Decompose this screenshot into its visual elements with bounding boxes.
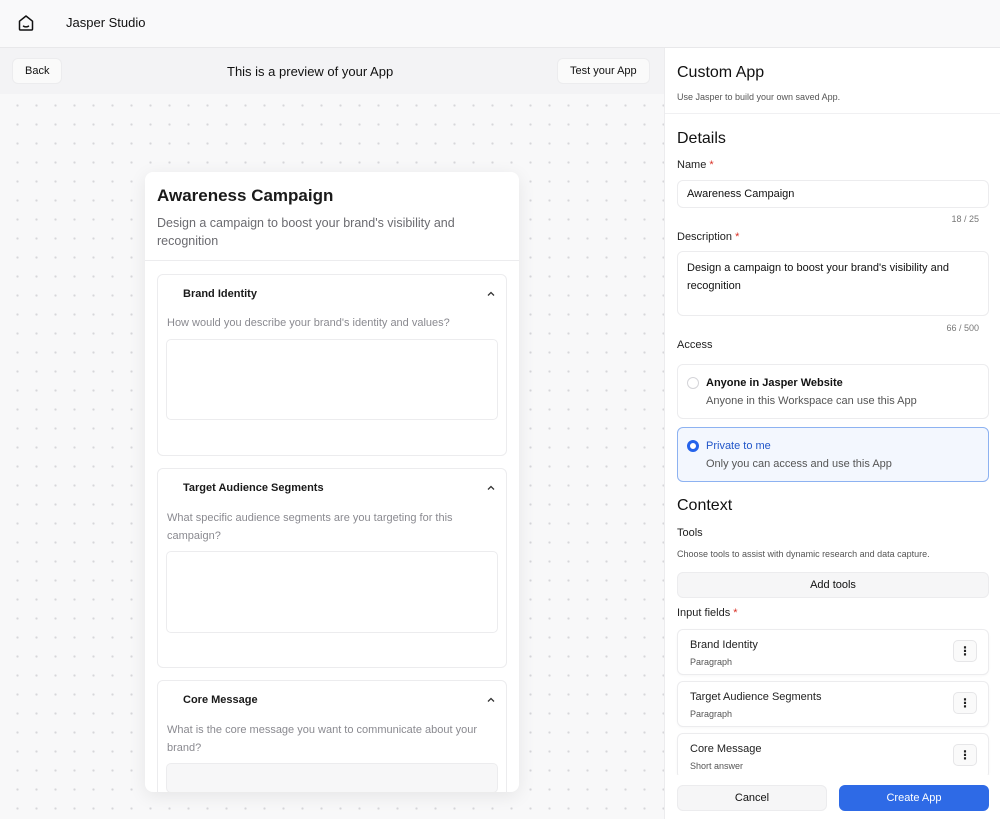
card-title: Awareness Campaign — [157, 186, 334, 205]
create-app-button[interactable]: Create App — [839, 785, 989, 811]
divider — [145, 260, 519, 261]
name-counter: 18 / 25 — [951, 214, 979, 224]
context-heading: Context — [677, 497, 733, 514]
add-tools-button[interactable]: Add tools — [677, 572, 989, 598]
panel-footer: Cancel Create App — [665, 775, 1000, 819]
input-field-type: Paragraph — [690, 657, 733, 667]
top-bar: Jasper Studio — [0, 0, 1000, 48]
input-field-item[interactable]: Core Message Short answer ⋮ — [677, 733, 989, 779]
section-target-audience: Target Audience Segments What specific a… — [157, 468, 507, 668]
section-brand-identity: Brand Identity How would you describe yo… — [157, 274, 507, 456]
preview-banner: This is a preview of your App — [227, 64, 394, 79]
name-label: Name * — [677, 159, 714, 171]
test-app-button[interactable]: Test your App — [557, 58, 650, 84]
tools-label: Tools — [677, 527, 703, 539]
core-message-input[interactable] — [166, 763, 498, 792]
section-label: Target Audience Segments — [183, 482, 324, 494]
app-preview-card: Awareness Campaign Design a campaign to … — [145, 172, 519, 792]
preview-bar: Back This is a preview of your App Test … — [0, 48, 664, 94]
access-option-private[interactable]: Private to me Only you can access and us… — [677, 427, 989, 482]
input-fields-label: Input fields * — [677, 607, 738, 619]
input-field-item[interactable]: Brand Identity Paragraph ⋮ — [677, 629, 989, 675]
input-field-type: Short answer — [690, 761, 744, 771]
option-subtitle: Only you can access and use this App — [706, 458, 892, 470]
section-question: What is the core message you want to com… — [167, 724, 477, 754]
input-field-name: Core Message — [690, 743, 762, 755]
option-title: Private to me — [706, 440, 771, 452]
access-option-workspace[interactable]: Anyone in Jasper Website Anyone in this … — [677, 364, 989, 419]
tools-subtitle: Choose tools to assist with dynamic rese… — [677, 549, 930, 559]
option-title: Anyone in Jasper Website — [706, 377, 843, 389]
more-options-icon[interactable]: ⋮ — [953, 640, 977, 662]
details-heading: Details — [677, 130, 726, 147]
custom-app-panel: Custom App Use Jasper to build your own … — [664, 48, 1000, 819]
section-label: Brand Identity — [183, 288, 257, 300]
access-label: Access — [677, 339, 713, 351]
input-field-name: Brand Identity — [690, 639, 758, 651]
app-title: Jasper Studio — [66, 15, 146, 30]
divider — [665, 113, 1000, 114]
section-question: What specific audience segments are you … — [167, 512, 453, 542]
input-field-name: Target Audience Segments — [690, 691, 822, 703]
description-label: Description * — [677, 231, 740, 243]
section-label: Core Message — [183, 694, 258, 706]
back-button[interactable]: Back — [12, 58, 63, 84]
panel-title: Custom App — [677, 64, 765, 81]
chevron-up-icon[interactable] — [486, 483, 496, 493]
card-description: Design a campaign to boost your brand's … — [157, 216, 455, 248]
target-audience-textarea[interactable] — [166, 551, 498, 633]
home-icon[interactable] — [16, 13, 36, 33]
more-options-icon[interactable]: ⋮ — [953, 744, 977, 766]
more-options-icon[interactable]: ⋮ — [953, 692, 977, 714]
chevron-up-icon[interactable] — [486, 695, 496, 705]
radio-unselected[interactable] — [687, 377, 699, 389]
option-subtitle: Anyone in this Workspace can use this Ap… — [706, 395, 917, 407]
input-field-type: Paragraph — [690, 709, 733, 719]
radio-selected[interactable] — [687, 440, 699, 452]
cancel-button[interactable]: Cancel — [677, 785, 827, 811]
name-field[interactable]: Awareness Campaign — [677, 180, 989, 208]
section-question: How would you describe your brand's iden… — [167, 317, 450, 329]
brand-identity-textarea[interactable] — [166, 339, 498, 420]
description-field[interactable]: Design a campaign to boost your brand's … — [677, 251, 989, 316]
preview-area: Back This is a preview of your App Test … — [0, 48, 664, 819]
section-core-message: Core Message What is the core message yo… — [157, 680, 507, 792]
description-counter: 66 / 500 — [946, 323, 979, 333]
chevron-up-icon[interactable] — [486, 289, 496, 299]
input-field-item[interactable]: Target Audience Segments Paragraph ⋮ — [677, 681, 989, 727]
panel-subtitle: Use Jasper to build your own saved App. — [677, 92, 841, 102]
